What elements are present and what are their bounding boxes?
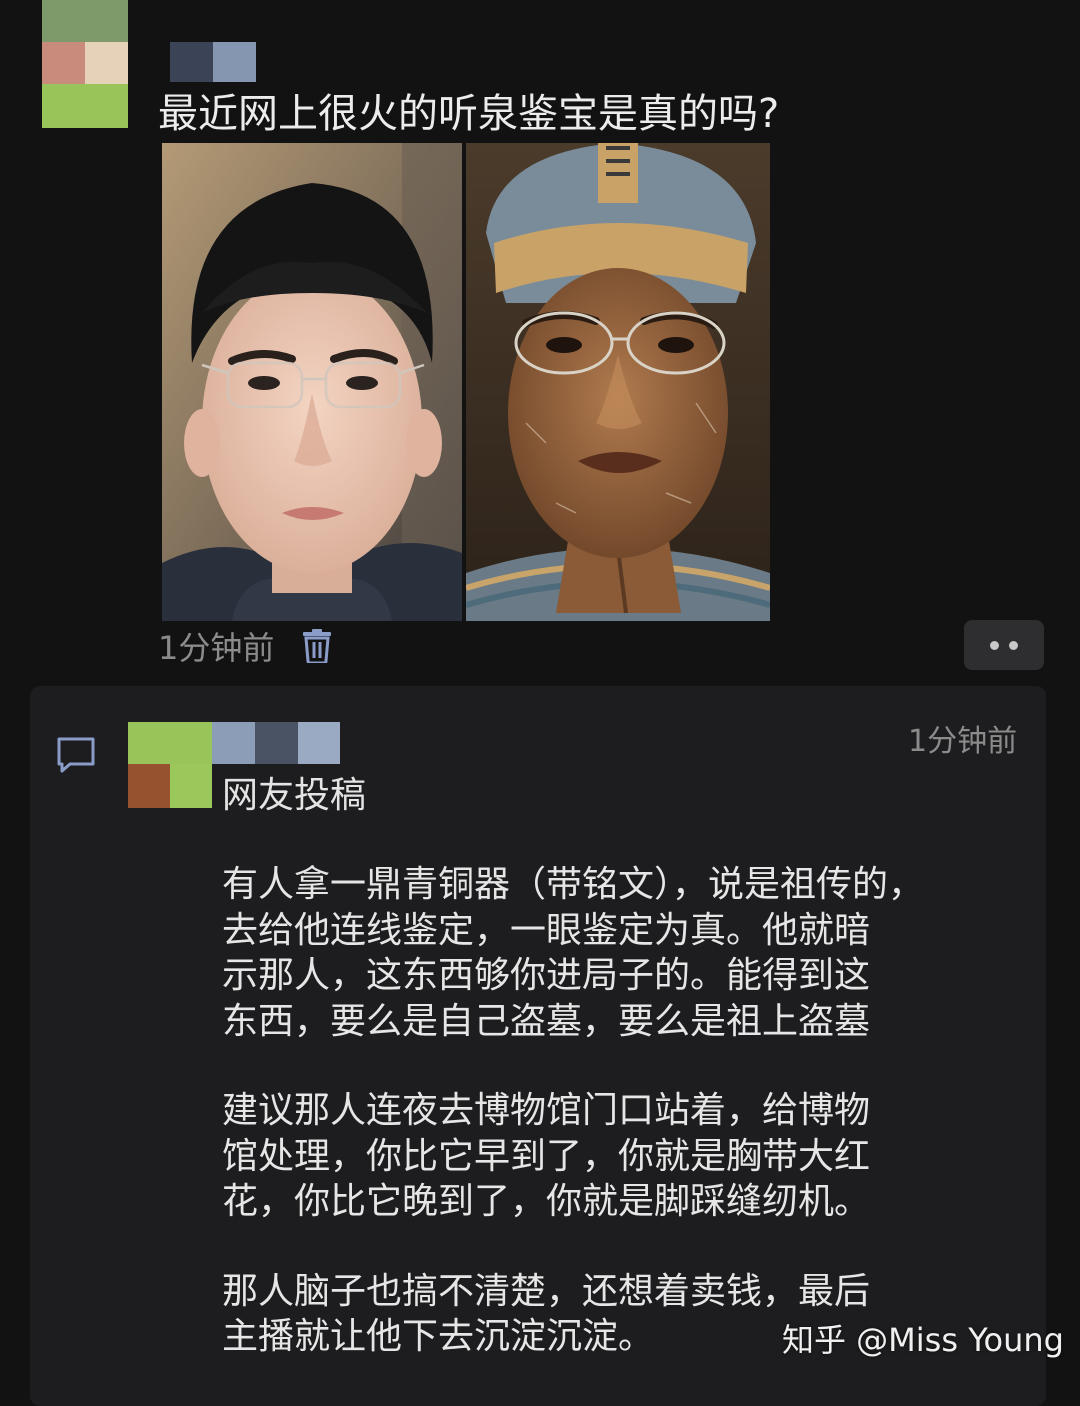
post-username-redacted[interactable]	[170, 42, 256, 82]
comment-line: 馆处理，你比它早到了，你就是胸带大红	[222, 1135, 871, 1177]
comment-line: 示那人，这东西够你进局子的。能得到这	[222, 955, 871, 996]
post-avatar[interactable]	[42, 0, 128, 128]
more-icon	[990, 640, 999, 650]
post-images	[162, 143, 770, 621]
comment-avatar[interactable]	[128, 722, 212, 808]
comment-author: 网友投稿	[222, 775, 367, 816]
zhihu-watermark: 知乎 @Miss Young	[782, 1321, 1064, 1359]
post-meta: 1分钟前	[158, 622, 332, 670]
photo-egyptian-bust[interactable]	[466, 143, 770, 621]
comment-username-redacted[interactable]	[212, 722, 340, 764]
post-timestamp: 1分钟前	[158, 629, 275, 667]
comment-line: 去给他连线鉴定，一眼鉴定为真。他就暗	[222, 909, 871, 951]
comment-line: 那人脑子也搞不清楚，还想着卖钱，最后	[222, 1270, 871, 1312]
comment-paragraph: 有人拿一鼎青铜器（带铭文），说是祖传的， 去给他连线鉴定，一眼鉴定为真。他就暗 …	[222, 862, 982, 1044]
comment-line: 有人拿一鼎青铜器（带铭文），说是祖传的，	[222, 864, 925, 905]
photo-man[interactable]	[162, 143, 462, 621]
comment-timestamp: 1分钟前	[908, 724, 1018, 759]
trash-icon[interactable]	[302, 629, 332, 663]
comment-line: 建议那人连夜去博物馆门口站着，给博物	[222, 1090, 871, 1131]
comment-line: 花，你比它晚到了，你就是脚踩缝纫机。	[222, 1181, 871, 1222]
post-title: 最近网上很火的听泉鉴宝是真的吗?	[158, 91, 780, 137]
comment-line: 东西，要么是自己盗墓，要么是祖上盗墓	[222, 1000, 871, 1042]
comment-paragraph: 建议那人连夜去博物馆门口站着，给博物 馆处理，你比它早到了，你就是胸带大红 花，…	[222, 1088, 982, 1225]
more-options-button[interactable]	[964, 620, 1044, 670]
comment-icon[interactable]	[56, 736, 96, 774]
